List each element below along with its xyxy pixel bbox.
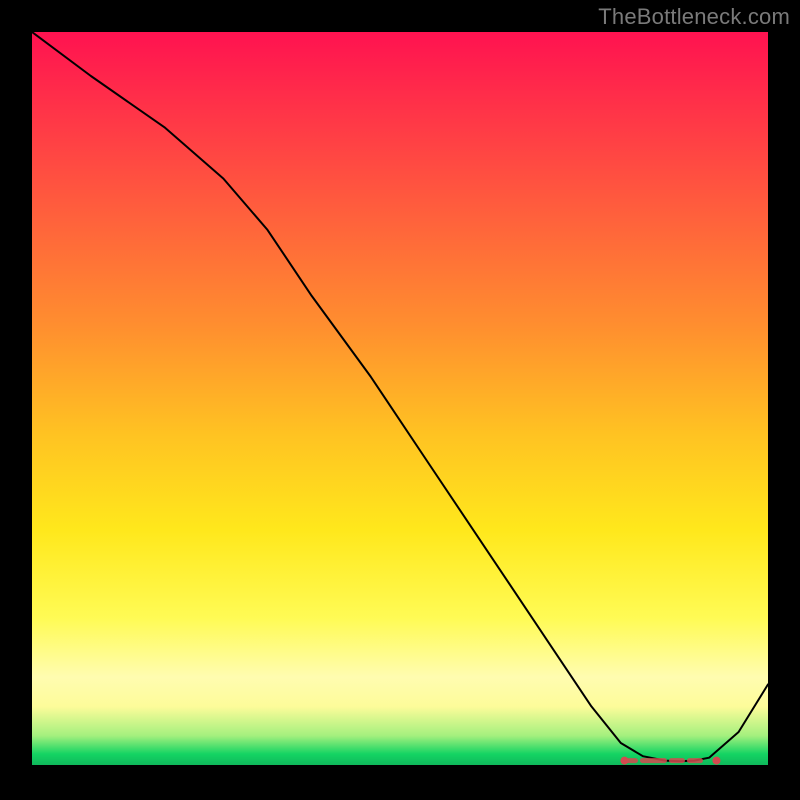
plot-area (32, 32, 768, 765)
chart-stage: TheBottleneck.com (0, 0, 800, 800)
optimal-range-end-dot (712, 757, 720, 765)
data-curve (32, 32, 768, 761)
chart-overlay (32, 32, 768, 765)
optimal-range-start-dot (620, 757, 628, 765)
watermark-text: TheBottleneck.com (598, 4, 790, 30)
